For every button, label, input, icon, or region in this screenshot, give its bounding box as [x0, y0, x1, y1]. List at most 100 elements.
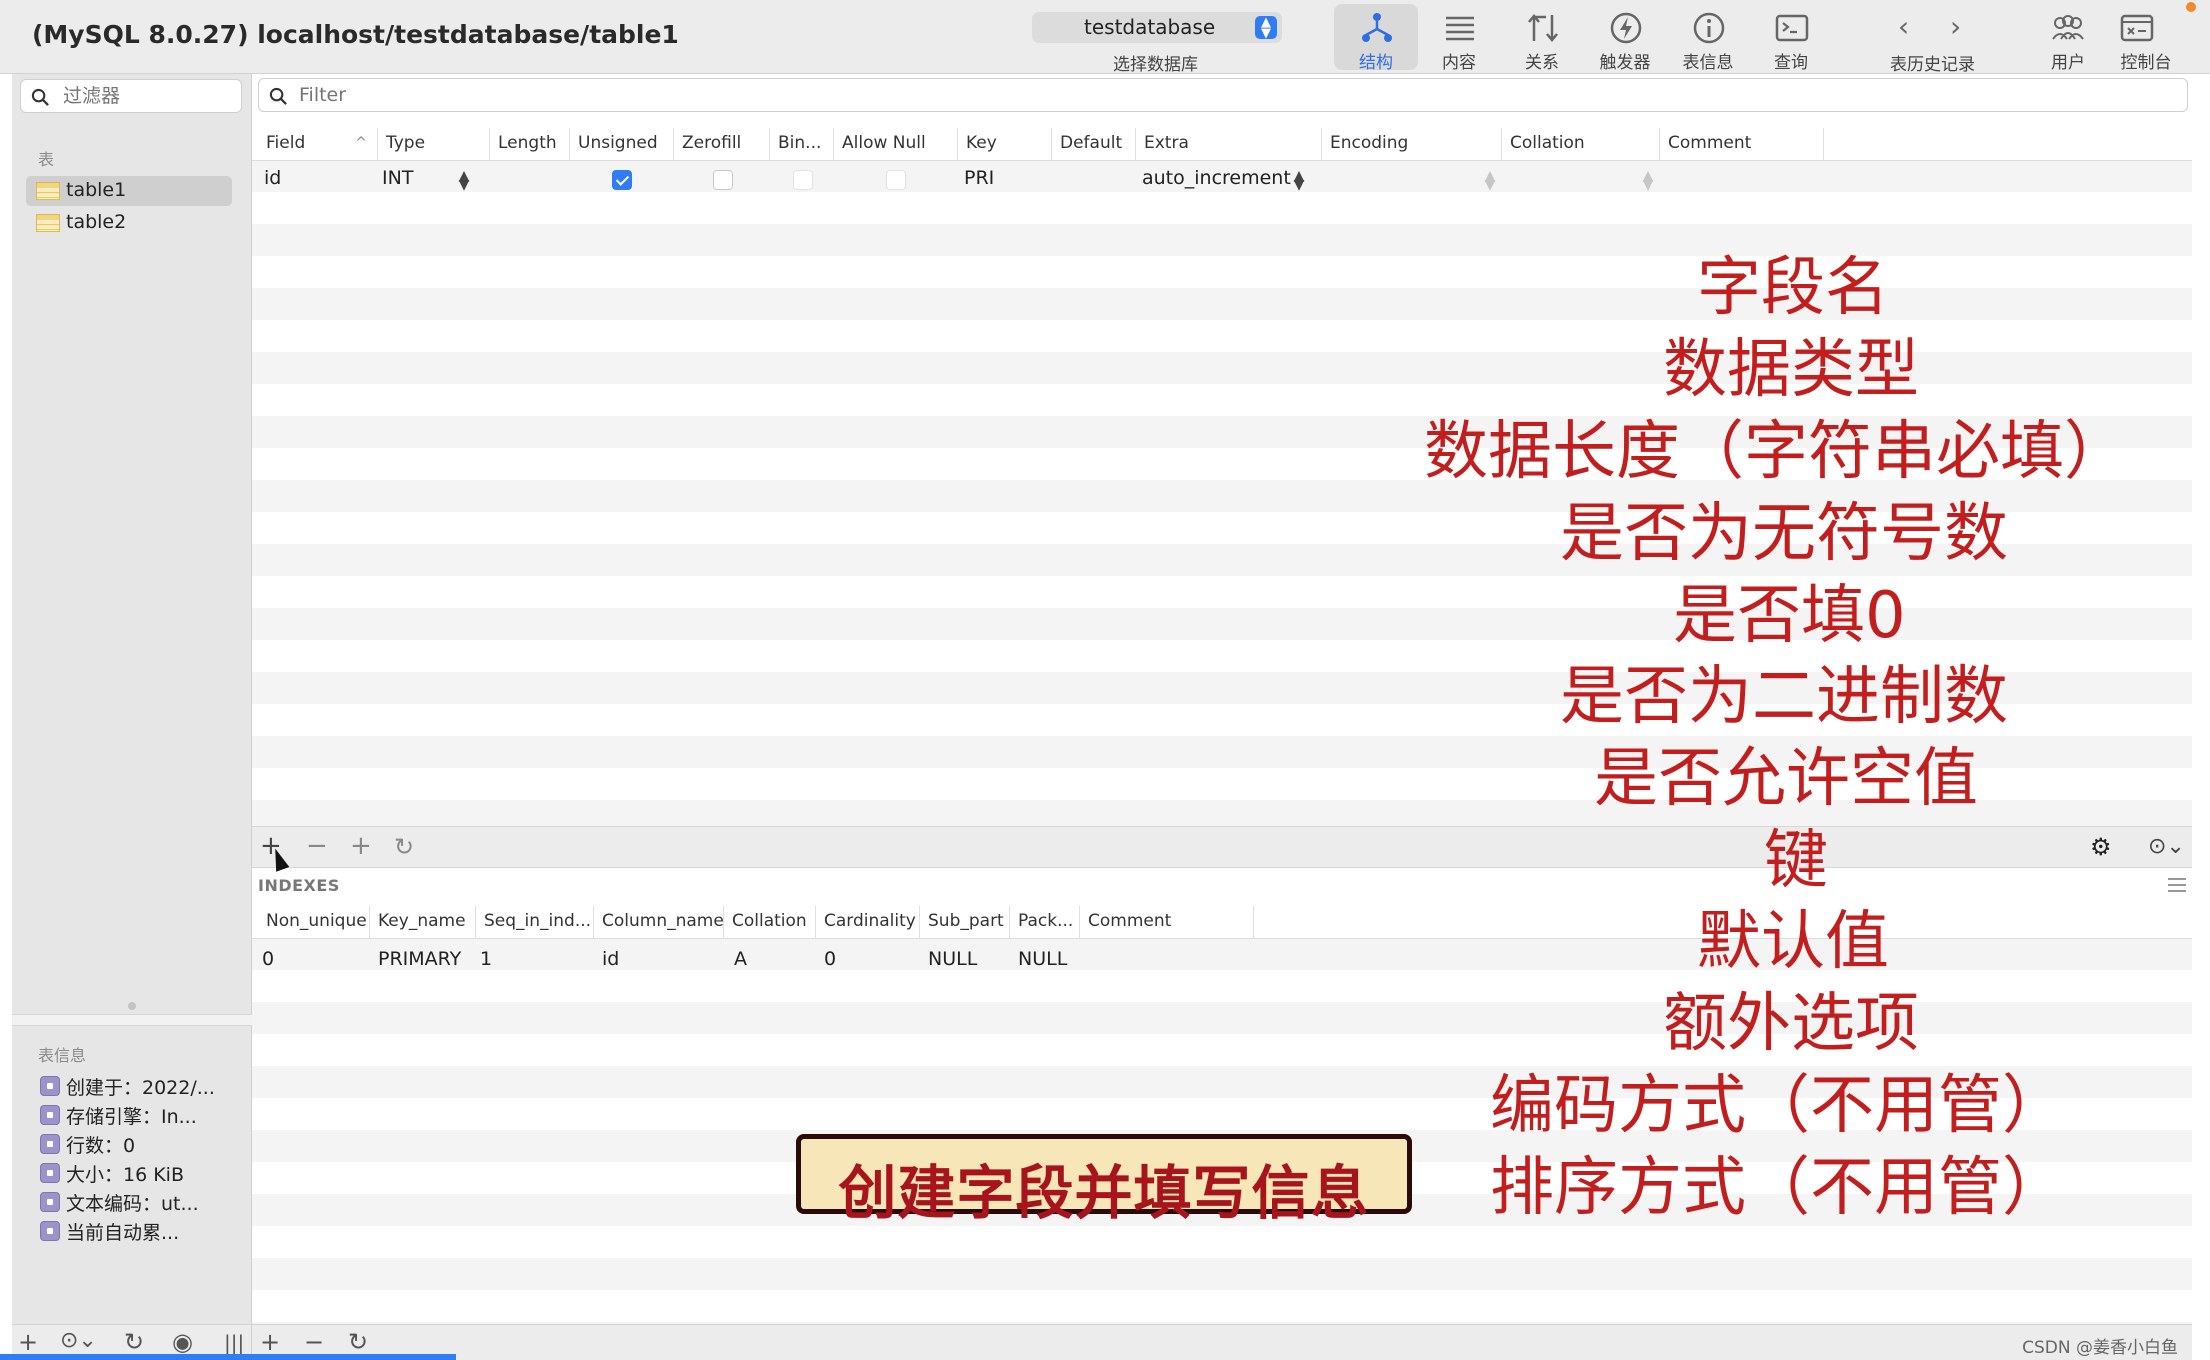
index-header-sub-part[interactable]: Sub_part — [920, 906, 1010, 938]
more-options-icon[interactable]: ⊙⌄ — [60, 1328, 97, 1353]
extra-stepper-icon[interactable]: ▲ ▼ — [1293, 169, 1305, 192]
table-filter[interactable] — [20, 79, 242, 113]
refresh-icon[interactable]: ↻ — [348, 1328, 368, 1356]
index-cell: NULL — [928, 948, 978, 970]
index-cell: 0 — [262, 948, 275, 970]
info-text: 行数：0 — [66, 1135, 136, 1157]
column-header-key[interactable]: Key — [958, 128, 1052, 160]
tool-users[interactable]: 用户 — [2026, 4, 2110, 73]
tool-content-label: 内容 — [1442, 53, 1476, 73]
query-icon — [1775, 14, 1809, 42]
cell-field[interactable]: id — [264, 167, 281, 189]
column-header-binary[interactable]: Bin... — [770, 128, 834, 160]
annotation-default: 默认值 — [1697, 905, 1889, 979]
index-cell: id — [602, 948, 620, 970]
column-header-default[interactable]: Default — [1052, 128, 1136, 160]
remove-index-icon[interactable]: − — [304, 1328, 324, 1356]
index-header-comment[interactable]: Comment — [1080, 906, 1254, 938]
encoding-stepper-icon[interactable]: ▲ ▼ — [1484, 169, 1496, 192]
duplicate-field-icon[interactable]: + — [350, 831, 372, 861]
column-header-length[interactable]: Length — [490, 128, 570, 160]
binary-checkbox[interactable] — [793, 170, 813, 190]
column-header-label: Unsigned — [578, 133, 658, 153]
splitter-handle[interactable] — [128, 1002, 136, 1010]
table-info-icon — [1693, 12, 1725, 44]
refresh-icon[interactable]: ↻ — [124, 1328, 144, 1356]
column-header-zerofill[interactable]: Zerofill — [674, 128, 770, 160]
tool-content[interactable]: 内容 — [1417, 4, 1501, 73]
column-header-comment[interactable]: Comment — [1660, 128, 1824, 160]
index-header-column-name[interactable]: Column_name — [594, 906, 724, 938]
gear-icon[interactable]: ⚙ — [2090, 833, 2112, 861]
unsigned-checkbox[interactable] — [612, 170, 632, 190]
tool-structure[interactable]: 结构 — [1334, 4, 1418, 73]
add-index-icon[interactable]: + — [260, 1328, 280, 1356]
column-header-label: Key — [966, 133, 997, 153]
cell-extra[interactable]: auto_increment — [1142, 167, 1291, 189]
zerofill-checkbox[interactable] — [713, 170, 733, 190]
field-filter-input[interactable] — [299, 83, 1799, 107]
tool-query[interactable]: 查询 — [1749, 4, 1833, 73]
tool-relations[interactable]: 关系 — [1500, 4, 1584, 73]
index-header-seq[interactable]: Seq_in_ind... — [476, 906, 594, 938]
sidebar-item-table2[interactable]: table2 — [26, 208, 232, 238]
resize-handle-icon[interactable]: ||| — [224, 1331, 244, 1355]
index-cell: PRIMARY — [378, 948, 462, 970]
annotation-allow-null: 是否允许空值 — [1594, 742, 1978, 816]
column-header-collation[interactable]: Collation — [1502, 128, 1660, 160]
select-arrows-icon: ▲ ▼ — [1255, 16, 1277, 40]
table-icon — [36, 182, 60, 200]
column-header-allow-null[interactable]: Allow Null — [834, 128, 958, 160]
annotation-unsigned: 是否为无符号数 — [1560, 497, 2008, 571]
database-select[interactable]: testdatabase ▲ ▼ — [1032, 12, 1282, 43]
tool-console[interactable]: 控制台 — [2104, 4, 2188, 70]
forward-arrow-icon[interactable]: › — [1950, 10, 1961, 43]
column-header-extra[interactable]: Extra — [1136, 128, 1322, 160]
type-stepper-icon[interactable]: ▲ ▼ — [458, 169, 470, 192]
refresh-icon[interactable]: ↻ — [394, 833, 414, 861]
index-header-non-unique[interactable]: Non_unique — [258, 906, 370, 938]
cell-type[interactable]: INT — [382, 167, 413, 189]
column-header-label: Length — [498, 133, 557, 153]
allow-null-checkbox[interactable] — [886, 170, 906, 190]
column-header-label: Key_name — [378, 911, 466, 931]
index-cell: 0 — [824, 948, 837, 970]
info-text: 存储引擎：In... — [66, 1106, 197, 1128]
column-header-field[interactable]: Field ^ — [258, 128, 378, 160]
annotation-key: 键 — [1764, 824, 1828, 898]
add-table-icon[interactable]: + — [18, 1328, 38, 1356]
sidebar-item-table1[interactable]: table1 — [26, 176, 232, 206]
tool-triggers[interactable]: 触发器 — [1583, 4, 1667, 73]
indexes-section-label: INDEXES — [258, 876, 340, 895]
title-bar: (MySQL 8.0.27) localhost/testdatabase/ta… — [0, 0, 2210, 75]
tool-table-info[interactable]: 表信息 — [1666, 4, 1750, 73]
tool-query-label: 查询 — [1774, 53, 1808, 73]
eye-icon[interactable]: ◉ — [172, 1328, 193, 1356]
collation-stepper-icon[interactable]: ▲ ▼ — [1642, 169, 1654, 192]
more-options-icon[interactable]: ⊙⌄ — [2148, 834, 2185, 859]
index-header-packed[interactable]: Pack... — [1010, 906, 1080, 938]
remove-field-icon[interactable]: − — [306, 831, 328, 861]
sidebar-divider — [12, 1014, 252, 1026]
sort-ascending-icon: ^ — [355, 135, 367, 151]
annotation-data-type: 数据类型 — [1663, 333, 1919, 407]
search-icon — [269, 87, 287, 105]
index-header-cardinality[interactable]: Cardinality — [816, 906, 920, 938]
tool-console-label: 控制台 — [2120, 53, 2172, 70]
column-header-label: Default — [1060, 133, 1123, 153]
table-filter-input[interactable] — [63, 84, 233, 108]
column-header-encoding[interactable]: Encoding — [1322, 128, 1502, 160]
annotation-encoding: 编码方式（不用管） — [1490, 1069, 2066, 1143]
index-header-key-name[interactable]: Key_name — [370, 906, 476, 938]
field-filter[interactable] — [258, 78, 2188, 112]
menu-icon[interactable] — [2168, 878, 2186, 892]
back-arrow-icon[interactable]: ‹ — [1898, 10, 1909, 43]
tables-section-label: 表 — [38, 150, 55, 169]
column-header-unsigned[interactable]: Unsigned — [570, 128, 674, 160]
tool-relations-label: 关系 — [1525, 53, 1559, 73]
column-header-type[interactable]: Type — [378, 128, 490, 160]
index-header-collation[interactable]: Collation — [724, 906, 816, 938]
relations-icon — [1528, 14, 1558, 42]
cell-key[interactable]: PRI — [964, 167, 994, 189]
tool-structure-label: 结构 — [1359, 53, 1393, 73]
